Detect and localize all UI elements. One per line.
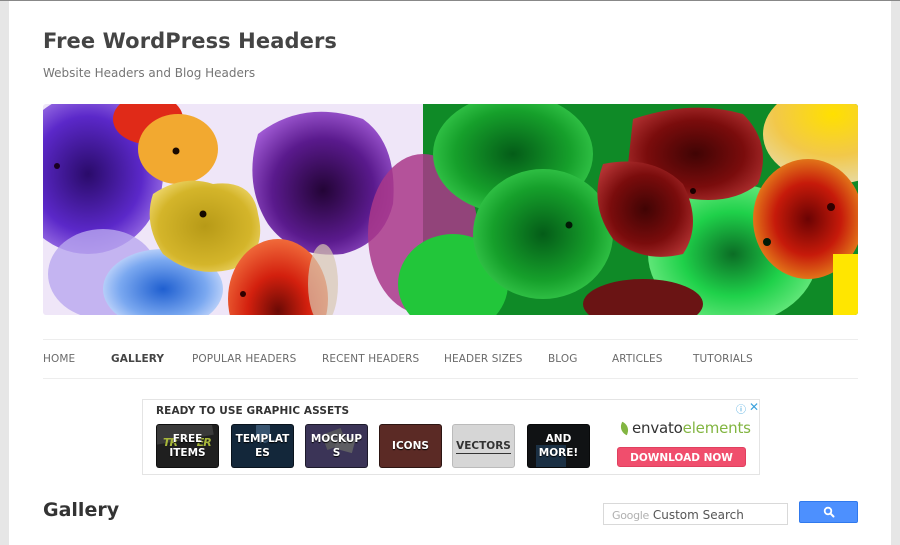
main-navigation: HOME GALLERY POPULAR HEADERS RECENT HEAD… — [43, 339, 858, 379]
custom-search-input[interactable]: Google Custom Search — [603, 503, 788, 525]
site-title[interactable]: Free WordPress Headers — [43, 29, 337, 53]
google-branding-label: Google — [612, 509, 649, 522]
ad-tile-label: VECTORS — [456, 439, 511, 454]
nav-item-articles[interactable]: ARTICLES — [612, 353, 663, 365]
ad-title: READY TO USE GRAPHIC ASSETS — [156, 405, 350, 417]
search-placeholder: Custom Search — [652, 508, 744, 522]
page-container: Free WordPress Headers Website Headers a… — [9, 1, 891, 545]
page-heading: Gallery — [43, 499, 120, 521]
ad-tile-label: ICONS — [392, 440, 429, 452]
ad-tile-templates[interactable]: TEMPLAT ES — [231, 424, 294, 468]
ad-tile-and-more[interactable]: AND MORE! — [527, 424, 590, 468]
nav-item-blog[interactable]: BLOG — [548, 353, 577, 365]
glass-flowers-illustration — [43, 104, 858, 315]
nav-item-popular-headers[interactable]: POPULAR HEADERS — [192, 353, 296, 365]
ad-tile-icons[interactable]: ICONS — [379, 424, 442, 468]
ad-tile-mockups[interactable]: MOCKUP S — [305, 424, 368, 468]
ad-close-icon[interactable]: ✕ — [749, 400, 759, 414]
ad-tile-vectors[interactable]: VECTORS — [452, 424, 515, 468]
nav-item-home[interactable]: HOME — [43, 353, 75, 365]
ad-tile-label: FREE ITEMS — [169, 433, 206, 459]
download-now-button[interactable]: DOWNLOAD NOW — [617, 447, 746, 467]
search-button[interactable] — [799, 501, 858, 523]
ad-tile-free-items[interactable]: TR ER FREE ITEMS — [156, 424, 219, 468]
adchoices-info-icon[interactable]: ⓘ — [736, 401, 746, 416]
envato-elements-logo[interactable]: envatoelements — [618, 419, 751, 437]
nav-item-recent-headers[interactable]: RECENT HEADERS — [322, 353, 419, 365]
ad-tile-label: TEMPLAT ES — [235, 433, 290, 459]
site-description: Website Headers and Blog Headers — [43, 66, 256, 80]
nav-item-tutorials[interactable]: TUTORIALS — [693, 353, 753, 365]
advertisement-banner[interactable]: READY TO USE GRAPHIC ASSETS TR ER FREE IT… — [142, 399, 760, 475]
nav-item-gallery[interactable]: GALLERY — [111, 353, 164, 365]
search-icon — [823, 506, 834, 518]
ad-tile-label: MOCKUP S — [310, 433, 363, 459]
header-banner-image — [43, 104, 858, 315]
envato-leaf-icon — [618, 421, 631, 436]
ad-tile-label: AND MORE! — [538, 433, 579, 459]
nav-item-header-sizes[interactable]: HEADER SIZES — [444, 353, 523, 365]
